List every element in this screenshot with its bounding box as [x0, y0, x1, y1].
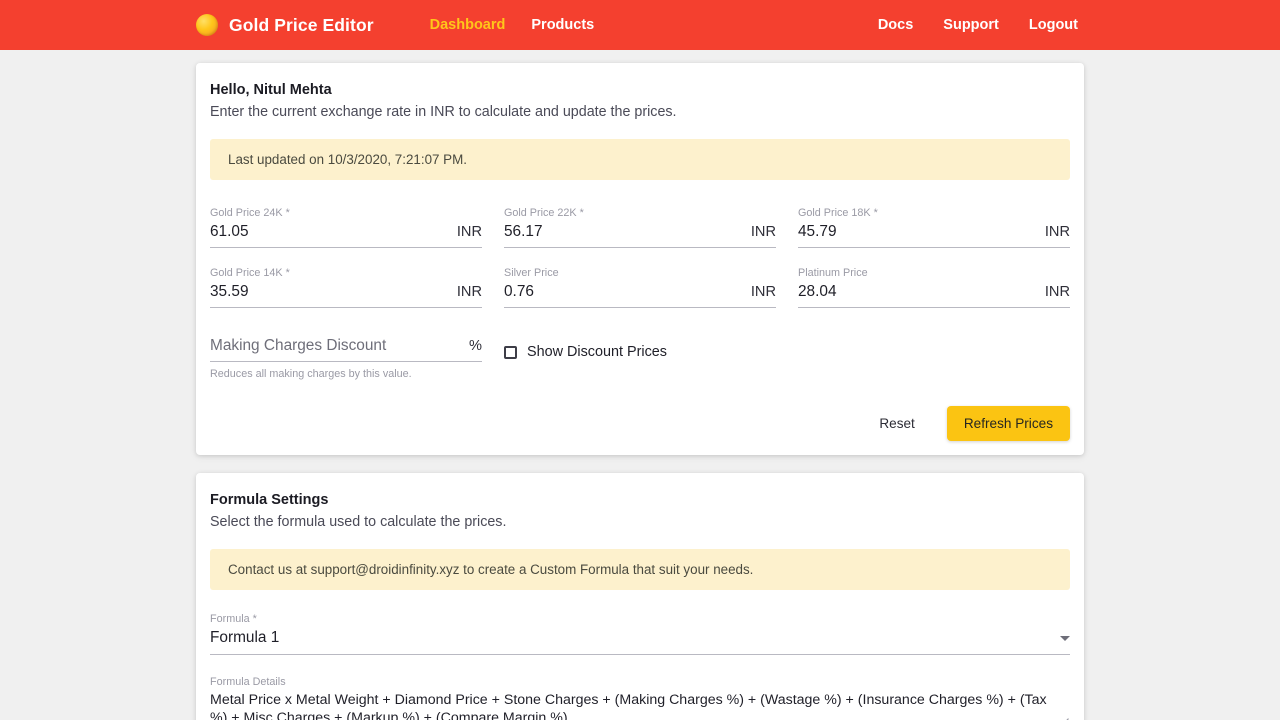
page-body: Hello, Nitul Mehta Enter the current exc…: [0, 63, 1280, 720]
reset-button[interactable]: Reset: [865, 407, 929, 440]
custom-formula-banner: Contact us at support@droidinfinity.xyz …: [210, 549, 1070, 590]
field-label: Gold Price 18K *: [798, 207, 878, 219]
currency-suffix: INR: [456, 224, 482, 240]
nav-item-docs[interactable]: Docs: [878, 17, 913, 33]
brand-logo[interactable]: Gold Price Editor: [196, 14, 374, 36]
show-discount-prices-checkbox[interactable]: [504, 346, 517, 359]
greeting-title: Hello, Nitul Mehta: [210, 82, 332, 98]
currency-suffix: INR: [1044, 284, 1070, 300]
formula-details-label: Formula Details: [210, 676, 286, 688]
primary-nav: Dashboard Products: [430, 17, 595, 33]
field-label: Platinum Price: [798, 267, 868, 279]
formula-select-group[interactable]: Formula * Formula 1: [210, 612, 1070, 655]
making-charges-discount-input[interactable]: [210, 336, 462, 356]
gold-18k-input[interactable]: [798, 222, 1037, 242]
nav-item-support[interactable]: Support: [943, 17, 999, 33]
top-navbar: Gold Price Editor Dashboard Products Doc…: [0, 0, 1280, 50]
formula-settings-card: Formula Settings Select the formula used…: [196, 473, 1084, 720]
currency-suffix: INR: [750, 284, 776, 300]
currency-suffix: INR: [456, 284, 482, 300]
formula-details-textarea[interactable]: Metal Price x Metal Weight + Diamond Pri…: [210, 691, 1070, 720]
formula-select-label: Formula *: [210, 613, 257, 625]
field-label: Gold Price 22K *: [504, 207, 584, 219]
currency-suffix: INR: [1044, 224, 1070, 240]
field-label: Gold Price 14K *: [210, 267, 290, 279]
field-gold-14k: Gold Price 14K * INR: [210, 266, 482, 308]
field-label: Silver Price: [504, 267, 559, 279]
field-gold-24k: Gold Price 24K * INR: [210, 206, 482, 248]
nav-item-logout[interactable]: Logout: [1029, 17, 1078, 33]
field-gold-18k: Gold Price 18K * INR: [798, 206, 1070, 248]
formula-card-subtitle: Select the formula used to calculate the…: [210, 514, 507, 530]
brand-name: Gold Price Editor: [229, 14, 374, 35]
field-making-charges-discount: % Reduces all making charges by this val…: [210, 336, 482, 380]
price-field-row-2: Gold Price 14K * INR Silver Price INR Pl…: [210, 266, 1070, 308]
chevron-down-icon[interactable]: [1060, 636, 1070, 641]
gold-24k-input[interactable]: [210, 222, 449, 242]
gold-coin-icon: [196, 14, 218, 36]
price-field-row-1: Gold Price 24K * INR Gold Price 22K * IN…: [210, 206, 1070, 248]
show-discount-prices-label[interactable]: Show Discount Prices: [527, 344, 667, 360]
percent-suffix: %: [469, 338, 482, 354]
nav-item-dashboard[interactable]: Dashboard: [430, 17, 506, 33]
price-card-actions: Reset Refresh Prices: [210, 406, 1070, 441]
field-gold-22k: Gold Price 22K * INR: [504, 206, 776, 248]
formula-select-value[interactable]: Formula 1: [210, 628, 1060, 648]
silver-price-input[interactable]: [504, 282, 743, 302]
formula-card-title: Formula Settings: [210, 492, 329, 508]
discount-row: % Reduces all making charges by this val…: [210, 336, 1070, 380]
currency-suffix: INR: [750, 224, 776, 240]
navbar-left-group: Gold Price Editor Dashboard Products: [196, 14, 594, 36]
refresh-prices-button[interactable]: Refresh Prices: [946, 406, 1070, 441]
formula-details-group: Formula Details Metal Price x Metal Weig…: [210, 675, 1070, 720]
last-updated-banner: Last updated on 10/3/2020, 7:21:07 PM.: [210, 139, 1070, 180]
secondary-nav: Docs Support Logout: [878, 17, 1078, 33]
discount-hint: Reduces all making charges by this value…: [210, 368, 412, 380]
field-platinum: Platinum Price INR: [798, 266, 1070, 308]
platinum-price-input[interactable]: [798, 282, 1037, 302]
field-silver: Silver Price INR: [504, 266, 776, 308]
field-label: Gold Price 24K *: [210, 207, 290, 219]
greeting-subtitle: Enter the current exchange rate in INR t…: [210, 104, 677, 120]
gold-22k-input[interactable]: [504, 222, 743, 242]
discount-row-spacer: [798, 336, 1070, 380]
show-discount-prices-checkbox-group[interactable]: Show Discount Prices: [504, 336, 776, 380]
nav-item-products[interactable]: Products: [531, 17, 594, 33]
price-editor-card: Hello, Nitul Mehta Enter the current exc…: [196, 63, 1084, 455]
gold-14k-input[interactable]: [210, 282, 449, 302]
